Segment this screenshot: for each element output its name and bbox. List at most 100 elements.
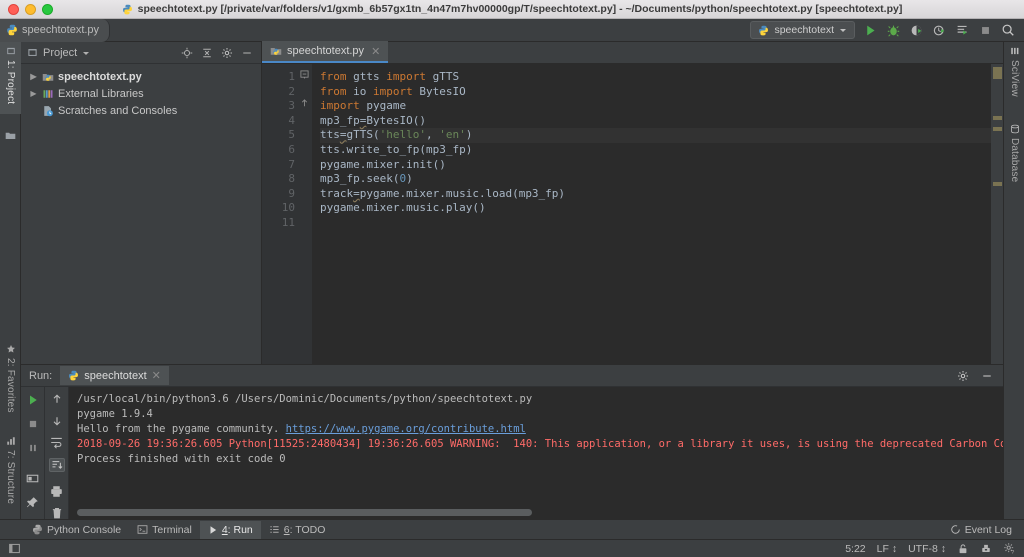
chevron-right-icon[interactable]: ▶ bbox=[29, 89, 38, 98]
left-tool-stripe: 1: Project 2: Favorites 7: Structure bbox=[0, 42, 21, 536]
locate-file-icon[interactable] bbox=[181, 47, 193, 59]
restore-layout-button[interactable] bbox=[25, 470, 41, 486]
python-module-icon bbox=[42, 71, 54, 83]
run-button[interactable] bbox=[862, 22, 878, 38]
status-bar-right: 5:22 LF ↕ UTF-8 ↕ ? bbox=[845, 542, 1016, 556]
error-stripe-marker[interactable] bbox=[993, 182, 1002, 186]
scratches-icon bbox=[42, 105, 54, 117]
run-with-coverage-button[interactable] bbox=[908, 22, 924, 38]
stop-button[interactable] bbox=[977, 22, 993, 38]
code-line-9: track=pygame.mixer.music.load(mp3_fp) bbox=[320, 186, 566, 200]
breadcrumb-label: speechtotext.py bbox=[22, 24, 100, 36]
line-number: 4 bbox=[288, 113, 295, 127]
pygame-community-link[interactable]: https://www.pygame.org/contribute.html bbox=[286, 423, 526, 435]
git-icon[interactable] bbox=[980, 543, 992, 555]
run-dashboard-button[interactable] bbox=[954, 22, 970, 38]
console-line-warning: 2018-09-26 19:36:26.605 Python[11525:248… bbox=[77, 438, 1003, 450]
tree-item-scratches[interactable]: Scratches and Consoles bbox=[21, 102, 261, 119]
bottom-item-run[interactable]: 4: Run bbox=[199, 520, 261, 539]
code-editor[interactable]: 1 2 3 4 5 6 7 8 9 10 11 from gtts import… bbox=[262, 64, 1003, 364]
run-tab-speechtotext[interactable]: speechtotext ✕ bbox=[60, 366, 169, 385]
scroll-to-end-button[interactable] bbox=[48, 457, 65, 473]
soft-wrap-button[interactable] bbox=[49, 436, 65, 450]
error-stripe-marker[interactable] bbox=[993, 127, 1002, 131]
sidebar-item-project[interactable]: 1: Project bbox=[0, 42, 21, 114]
code-line-2: from io import BytesIO bbox=[320, 84, 466, 98]
error-stripe-marker[interactable] bbox=[993, 67, 1002, 79]
settings-icon[interactable]: ? bbox=[1003, 542, 1016, 555]
project-panel-header: Project bbox=[21, 42, 261, 64]
bottom-item-label: Terminal bbox=[152, 523, 192, 536]
editor-tab-speechtotext[interactable]: speechtotext.py ✕ bbox=[262, 41, 389, 63]
sidebar-item-structure[interactable]: 7: Structure bbox=[0, 432, 21, 520]
pin-tab-button[interactable] bbox=[25, 494, 41, 510]
tree-item-speechtotext[interactable]: ▶ speechtotext.py bbox=[21, 68, 261, 85]
run-console-output[interactable]: /usr/local/bin/python3.6 /Users/Dominic/… bbox=[69, 387, 1003, 520]
lock-icon[interactable] bbox=[957, 543, 969, 555]
run-panel-header: Run: speechtotext ✕ bbox=[21, 365, 1003, 387]
bottom-item-python-console[interactable]: Python Console bbox=[24, 521, 129, 539]
code-line-10: pygame.mixer.music.play() bbox=[320, 201, 486, 215]
sciview-icon bbox=[1010, 46, 1020, 56]
libraries-icon bbox=[42, 88, 54, 100]
editor-tab-label: speechtotext.py bbox=[287, 45, 365, 57]
run-panel-actions bbox=[957, 370, 1003, 382]
gear-icon[interactable] bbox=[957, 370, 969, 382]
bottom-item-todo[interactable]: 6: TODO bbox=[261, 521, 334, 539]
bottom-item-label: 4: Run bbox=[222, 524, 253, 536]
down-button[interactable] bbox=[49, 414, 65, 428]
console-line-text: Hello from the pygame community. bbox=[77, 423, 286, 435]
bottom-item-label: Python Console bbox=[47, 523, 122, 536]
print-button[interactable] bbox=[49, 484, 65, 498]
tree-item-external-libraries[interactable]: ▶ External Libraries bbox=[21, 85, 261, 102]
run-configuration-label: speechtotext bbox=[774, 24, 834, 36]
fold-marker-end[interactable] bbox=[300, 99, 312, 114]
console-line: pygame 1.9.4 bbox=[77, 408, 153, 420]
sidebar-item-sciview[interactable]: SciView bbox=[1004, 42, 1024, 112]
bottom-item-terminal[interactable]: Terminal bbox=[129, 521, 200, 539]
caret-position[interactable]: 5:22 bbox=[845, 543, 865, 555]
fold-marker-collapse[interactable] bbox=[300, 70, 312, 85]
collapse-all-icon[interactable] bbox=[201, 47, 213, 59]
line-separator[interactable]: LF ↕ bbox=[877, 543, 897, 555]
tree-item-label: speechtotext.py bbox=[58, 70, 142, 83]
up-button[interactable] bbox=[49, 392, 65, 406]
line-number: 8 bbox=[288, 172, 295, 186]
database-icon bbox=[1010, 124, 1020, 134]
error-stripe-marker[interactable] bbox=[993, 116, 1002, 120]
search-everywhere-button[interactable] bbox=[1000, 22, 1016, 38]
gear-icon[interactable] bbox=[221, 47, 233, 59]
code-folding-gutter[interactable] bbox=[300, 64, 312, 364]
navigation-breadcrumb[interactable]: speechtotext.py bbox=[0, 18, 111, 42]
close-icon[interactable]: ✕ bbox=[152, 369, 161, 382]
pause-button[interactable] bbox=[25, 440, 41, 456]
console-horizontal-scrollbar[interactable] bbox=[77, 509, 532, 516]
rerun-button[interactable] bbox=[25, 392, 41, 408]
close-icon[interactable]: ✕ bbox=[371, 45, 380, 58]
clear-all-button[interactable] bbox=[49, 506, 65, 520]
stop-button[interactable] bbox=[25, 416, 41, 432]
run-tool-window: Run: speechtotext ✕ /usr/local/bin/pytho… bbox=[21, 364, 1003, 520]
window-title-text: speechtotext.py [/private/var/folders/v1… bbox=[137, 3, 903, 15]
right-tool-stripe: SciView Database bbox=[1003, 42, 1024, 536]
code-lines[interactable]: from gtts import gTTS from io import Byt… bbox=[312, 64, 1003, 364]
run-panel-label: Run: bbox=[29, 369, 53, 382]
event-log-button[interactable]: Event Log bbox=[950, 524, 1024, 536]
profile-button[interactable] bbox=[931, 22, 947, 38]
show-tool-windows-icon[interactable] bbox=[8, 542, 21, 555]
toolbar-actions: speechtotext bbox=[750, 19, 1024, 42]
editor-scrollbar[interactable] bbox=[991, 64, 1003, 364]
folder-icon bbox=[5, 130, 16, 141]
hide-panel-icon[interactable] bbox=[241, 47, 253, 59]
sidebar-item-favorites[interactable]: 2: Favorites bbox=[0, 340, 21, 422]
file-encoding[interactable]: UTF-8 ↕ bbox=[908, 543, 946, 555]
run-configuration-selector[interactable]: speechtotext bbox=[750, 21, 855, 39]
chevron-down-icon[interactable] bbox=[82, 49, 90, 57]
debug-button[interactable] bbox=[885, 22, 901, 38]
play-icon bbox=[208, 525, 218, 535]
bottom-tool-stripe: Python Console Terminal 4: Run 6: TODO E… bbox=[0, 519, 1024, 539]
event-log-label: Event Log bbox=[964, 523, 1012, 536]
chevron-right-icon[interactable]: ▶ bbox=[29, 72, 38, 81]
sidebar-item-database[interactable]: Database bbox=[1004, 120, 1024, 196]
hide-panel-icon[interactable] bbox=[981, 370, 993, 382]
